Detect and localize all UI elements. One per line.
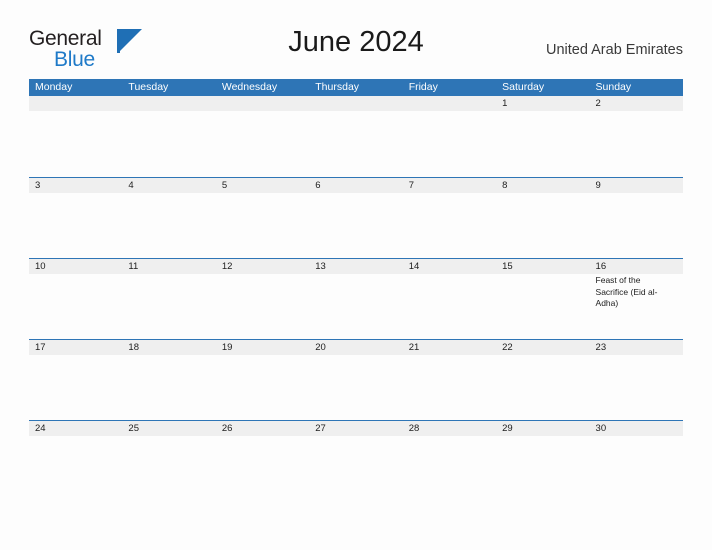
day-of-week-friday: Friday bbox=[408, 81, 438, 93]
day-event-text[interactable] bbox=[496, 111, 589, 177]
day-of-week-monday: Monday bbox=[35, 81, 73, 93]
week-date-number-band: 17 18 19 20 21 22 23 bbox=[29, 339, 683, 355]
calendar-week-row: 1 2 bbox=[29, 96, 683, 177]
day-event-text[interactable] bbox=[29, 193, 122, 259]
date-number[interactable] bbox=[122, 96, 215, 111]
date-number[interactable]: 17 bbox=[29, 340, 122, 355]
day-event-text[interactable] bbox=[309, 193, 402, 259]
day-event-text[interactable] bbox=[403, 436, 496, 502]
day-event-text[interactable] bbox=[309, 436, 402, 502]
date-number[interactable]: 16 bbox=[590, 259, 683, 274]
date-number[interactable]: 9 bbox=[590, 178, 683, 193]
day-of-week-wednesday: Wednesday bbox=[221, 81, 278, 93]
calendar-week-row: 3 4 5 6 7 8 9 bbox=[29, 177, 683, 258]
week-event-band bbox=[29, 355, 683, 421]
day-event-text[interactable] bbox=[29, 111, 122, 177]
day-event-text[interactable] bbox=[216, 193, 309, 259]
page-header: General Blue June 2024 United Arab Emira… bbox=[29, 24, 683, 72]
date-number[interactable]: 26 bbox=[216, 421, 309, 436]
date-number[interactable]: 28 bbox=[403, 421, 496, 436]
day-event-text[interactable] bbox=[309, 274, 402, 340]
day-event-text[interactable] bbox=[309, 111, 402, 177]
week-date-number-band: 1 2 bbox=[29, 96, 683, 111]
date-number[interactable]: 22 bbox=[496, 340, 589, 355]
calendar-week-row: 17 18 19 20 21 22 23 bbox=[29, 339, 683, 420]
day-event-text[interactable] bbox=[496, 193, 589, 259]
day-event-text[interactable] bbox=[216, 274, 309, 340]
date-number[interactable]: 7 bbox=[403, 178, 496, 193]
date-number[interactable]: 29 bbox=[496, 421, 589, 436]
day-event-text[interactable] bbox=[590, 193, 683, 259]
day-event-text[interactable] bbox=[590, 436, 683, 502]
day-event-text[interactable] bbox=[216, 355, 309, 421]
calendar-grid: Monday Tuesday Wednesday Thursday Friday… bbox=[29, 79, 683, 501]
calendar-week-row: 10 11 12 13 14 15 16 Feast of the Sacrif… bbox=[29, 258, 683, 339]
week-event-band bbox=[29, 436, 683, 502]
week-date-number-band: 3 4 5 6 7 8 9 bbox=[29, 177, 683, 193]
day-event-text[interactable] bbox=[496, 355, 589, 421]
date-number[interactable]: 23 bbox=[590, 340, 683, 355]
date-number[interactable]: 5 bbox=[216, 178, 309, 193]
day-event-text[interactable] bbox=[216, 436, 309, 502]
day-event-text[interactable] bbox=[122, 355, 215, 421]
date-number[interactable] bbox=[29, 96, 122, 111]
calendar-page: General Blue June 2024 United Arab Emira… bbox=[0, 0, 712, 550]
calendar-week-row: 24 25 26 27 28 29 30 bbox=[29, 420, 683, 501]
day-event-text[interactable] bbox=[122, 436, 215, 502]
day-event-text[interactable]: Feast of the Sacrifice (Eid al-Adha) bbox=[590, 274, 683, 340]
date-number[interactable]: 11 bbox=[122, 259, 215, 274]
day-event-text[interactable] bbox=[309, 355, 402, 421]
date-number[interactable] bbox=[216, 96, 309, 111]
day-event-text[interactable] bbox=[403, 355, 496, 421]
week-event-band bbox=[29, 111, 683, 177]
date-number[interactable]: 14 bbox=[403, 259, 496, 274]
date-number[interactable]: 3 bbox=[29, 178, 122, 193]
date-number[interactable]: 10 bbox=[29, 259, 122, 274]
date-number[interactable]: 27 bbox=[309, 421, 402, 436]
date-number[interactable]: 12 bbox=[216, 259, 309, 274]
date-number[interactable]: 2 bbox=[590, 96, 683, 111]
date-number[interactable]: 15 bbox=[496, 259, 589, 274]
date-number[interactable] bbox=[309, 96, 402, 111]
day-of-week-thursday: Thursday bbox=[315, 81, 360, 93]
date-number[interactable]: 25 bbox=[122, 421, 215, 436]
day-event-text[interactable] bbox=[29, 436, 122, 502]
day-of-week-tuesday: Tuesday bbox=[128, 81, 169, 93]
day-event-text[interactable] bbox=[590, 355, 683, 421]
date-number[interactable]: 30 bbox=[590, 421, 683, 436]
week-date-number-band: 10 11 12 13 14 15 16 bbox=[29, 258, 683, 274]
date-number[interactable]: 4 bbox=[122, 178, 215, 193]
day-event-text[interactable] bbox=[122, 274, 215, 340]
day-event-text[interactable] bbox=[403, 274, 496, 340]
day-of-week-sunday: Sunday bbox=[595, 81, 632, 93]
date-number[interactable]: 1 bbox=[496, 96, 589, 111]
date-number[interactable]: 19 bbox=[216, 340, 309, 355]
date-number[interactable]: 18 bbox=[122, 340, 215, 355]
day-event-text[interactable] bbox=[496, 436, 589, 502]
day-of-week-saturday: Saturday bbox=[502, 81, 545, 93]
date-number[interactable]: 8 bbox=[496, 178, 589, 193]
date-number[interactable]: 24 bbox=[29, 421, 122, 436]
week-event-band: Feast of the Sacrifice (Eid al-Adha) bbox=[29, 274, 683, 340]
week-date-number-band: 24 25 26 27 28 29 30 bbox=[29, 420, 683, 436]
day-event-text[interactable] bbox=[496, 274, 589, 340]
date-number[interactable]: 6 bbox=[309, 178, 402, 193]
day-event-text[interactable] bbox=[403, 193, 496, 259]
day-event-text[interactable] bbox=[29, 274, 122, 340]
date-number[interactable] bbox=[403, 96, 496, 111]
day-of-week-header-row: Monday Tuesday Wednesday Thursday Friday… bbox=[29, 79, 683, 96]
week-event-band bbox=[29, 193, 683, 259]
day-event-text[interactable] bbox=[403, 111, 496, 177]
day-event-text[interactable] bbox=[122, 111, 215, 177]
day-event-text[interactable] bbox=[216, 111, 309, 177]
date-number[interactable]: 21 bbox=[403, 340, 496, 355]
day-event-text[interactable] bbox=[122, 193, 215, 259]
region-label: United Arab Emirates bbox=[545, 42, 683, 58]
day-event-text[interactable] bbox=[590, 111, 683, 177]
date-number[interactable]: 13 bbox=[309, 259, 402, 274]
day-event-text[interactable] bbox=[29, 355, 122, 421]
date-number[interactable]: 20 bbox=[309, 340, 402, 355]
